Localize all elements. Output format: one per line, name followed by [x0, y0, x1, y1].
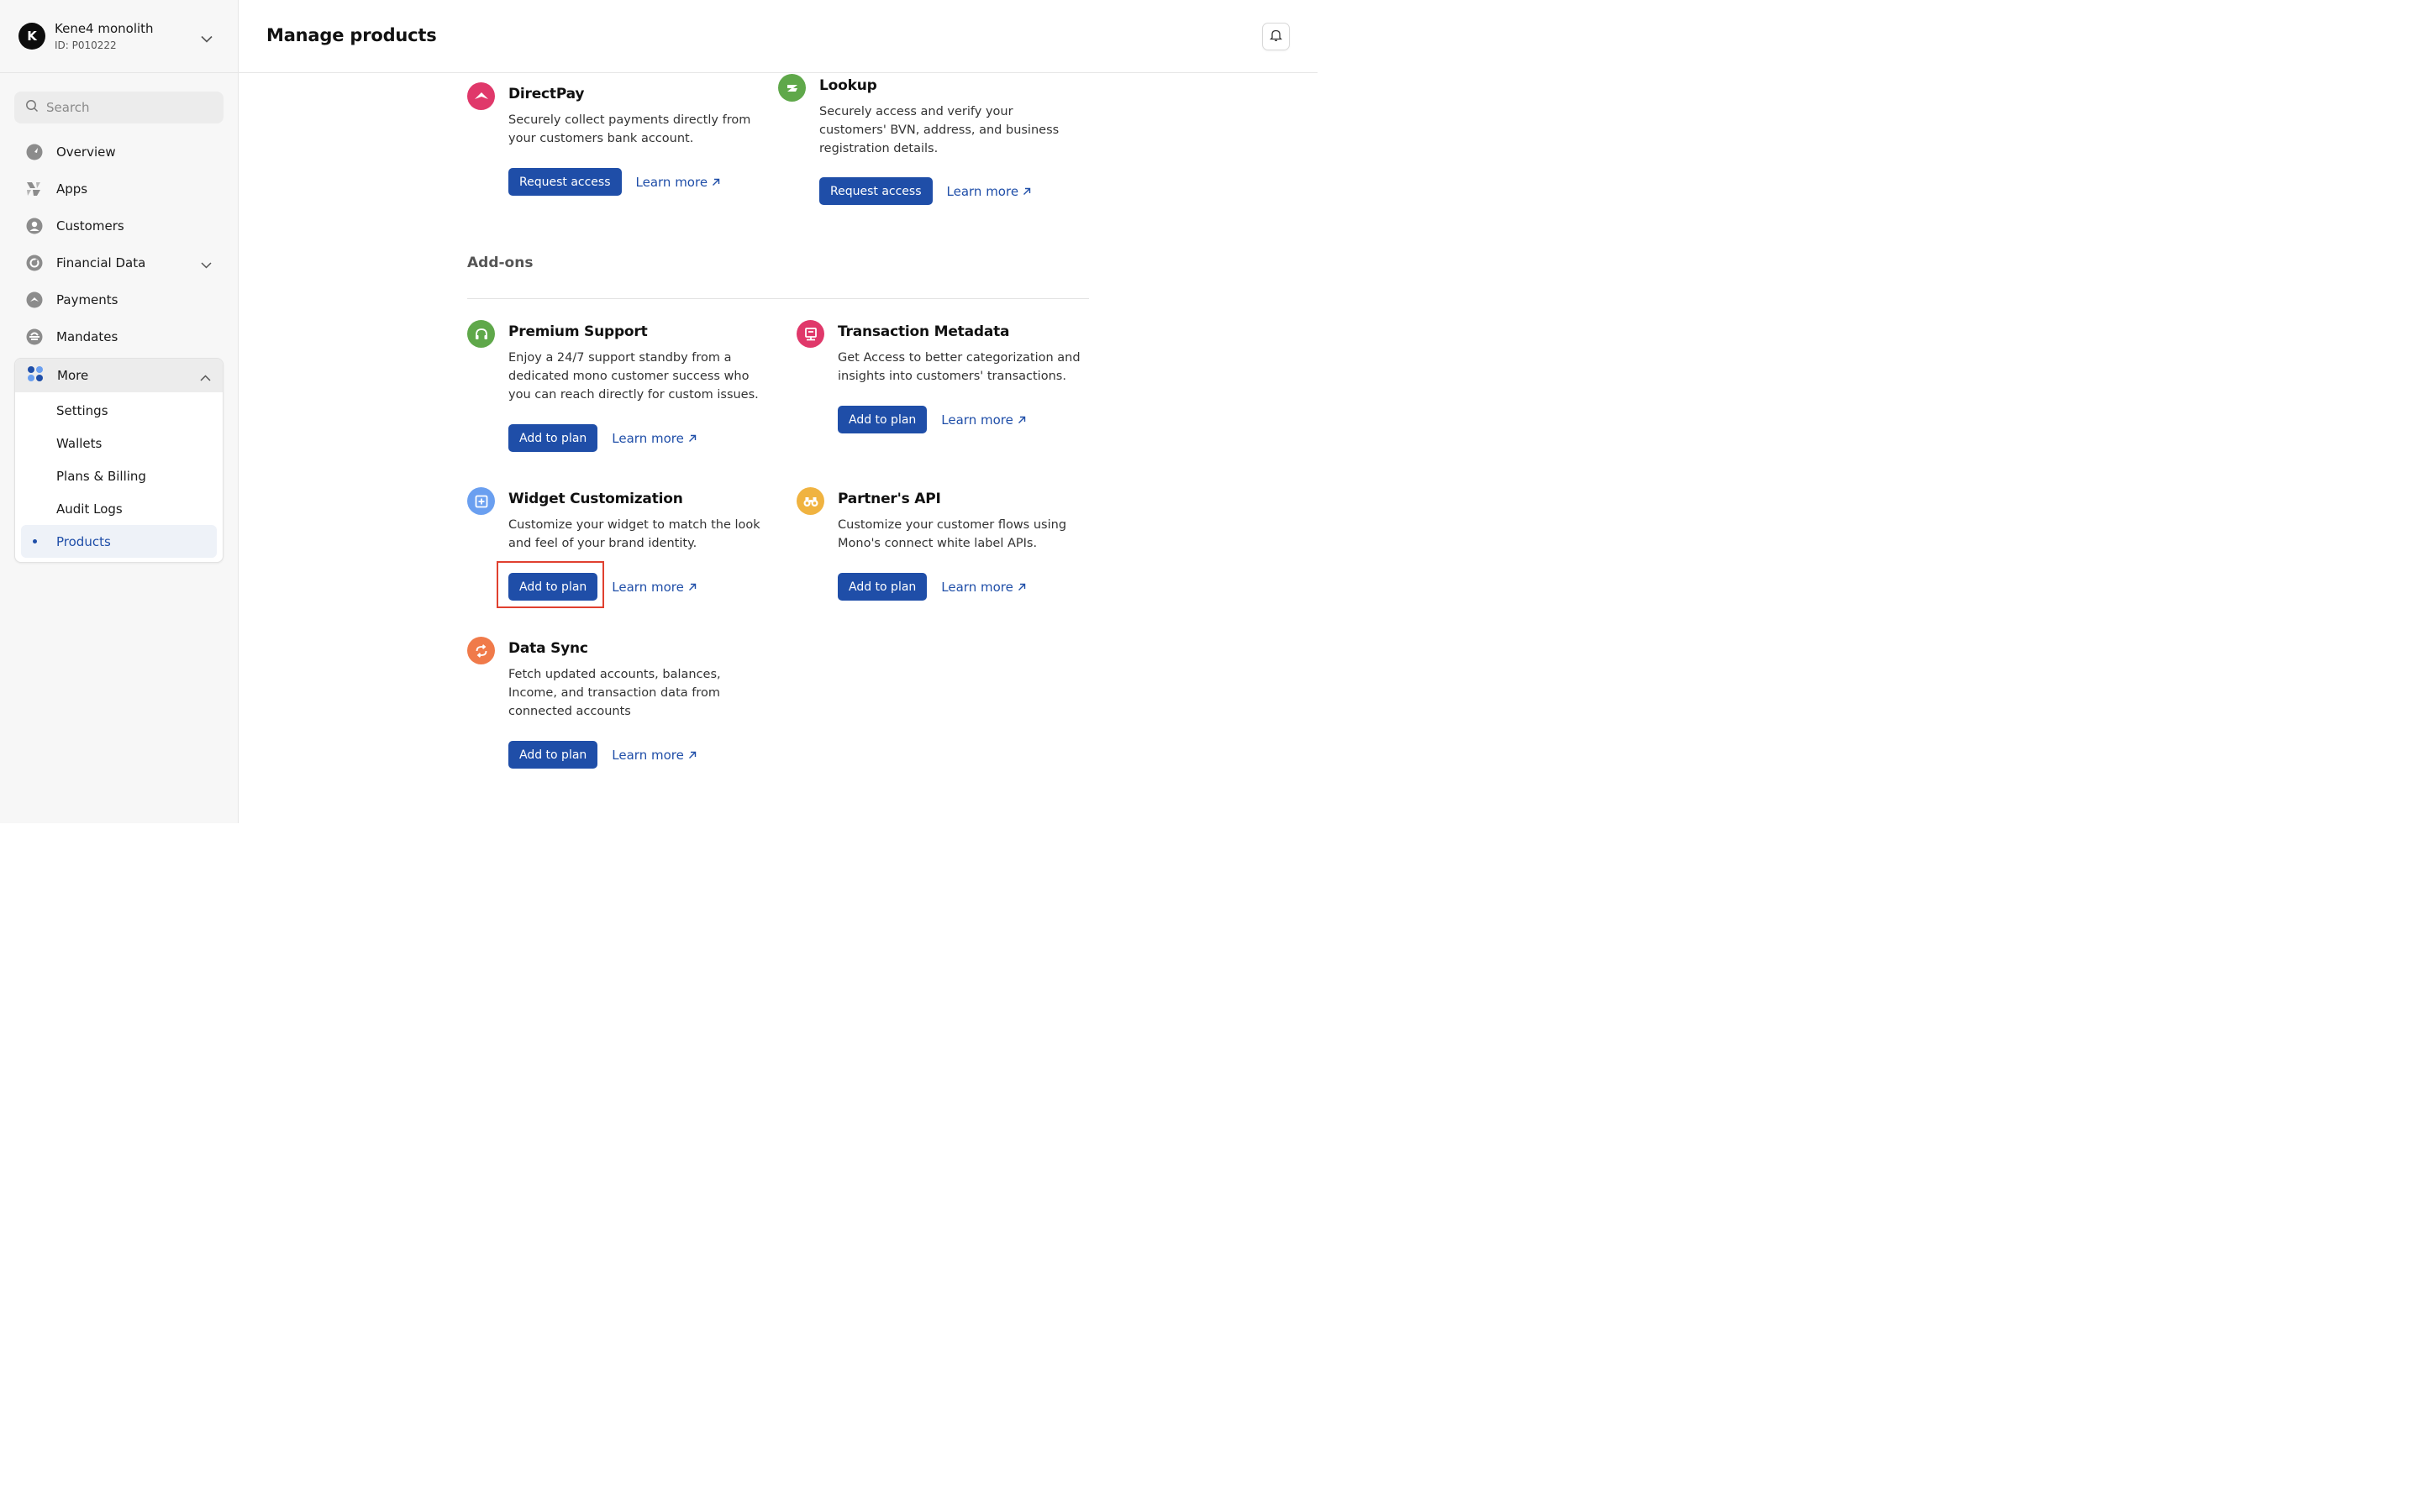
workspace-switcher[interactable]: K Kene4 monolith ID: P010222 — [0, 0, 238, 73]
product-description: Securely access and verify your customer… — [819, 105, 1060, 155]
product-description: Customize your widget to match the look … — [508, 518, 760, 550]
workspace-id: ID: P010222 — [55, 39, 117, 51]
sidebar-item-label: Apps — [56, 181, 88, 197]
sidebar-item-products[interactable]: Products — [21, 525, 217, 558]
binoculars-icon — [797, 487, 824, 515]
sidebar-item-more[interactable]: More — [15, 359, 223, 392]
sidebar-item-label: More — [57, 368, 89, 383]
search-box — [14, 92, 224, 123]
payments-icon — [26, 291, 43, 308]
metadata-icon — [797, 320, 824, 348]
add-to-plan-button[interactable]: Add to plan — [508, 573, 598, 601]
sidebar-item-financial-data[interactable]: Financial Data — [14, 244, 224, 281]
link-label: Learn more — [612, 579, 684, 595]
external-link-icon — [712, 178, 720, 186]
workspace-avatar: K — [18, 23, 45, 50]
section-divider — [467, 298, 1089, 299]
notifications-button[interactable] — [1262, 23, 1290, 50]
sidebar-item-label: Products — [56, 533, 111, 549]
link-label: Learn more — [941, 412, 1013, 428]
external-link-icon — [688, 434, 697, 443]
request-access-button[interactable]: Request access — [508, 168, 622, 196]
sidebar-item-label: Payments — [56, 292, 118, 307]
product-description: Enjoy a 24/7 support standby from a dedi… — [508, 351, 759, 402]
widget-icon — [467, 487, 495, 515]
sidebar-nav: Overview Apps Customers Financial Data P… — [14, 134, 224, 355]
add-to-plan-button[interactable]: Add to plan — [508, 424, 598, 452]
overview-icon — [26, 144, 43, 160]
grid-icon — [27, 365, 44, 386]
mandates-icon — [26, 328, 43, 345]
financial-data-icon — [26, 255, 43, 271]
product-title: Data Sync — [508, 640, 588, 657]
link-label: Learn more — [946, 183, 1019, 199]
chevron-down-icon — [201, 257, 212, 272]
add-to-plan-button[interactable]: Add to plan — [838, 406, 928, 433]
active-indicator — [33, 539, 37, 543]
product-description: Fetch updated accounts, balances, Income… — [508, 668, 721, 718]
external-link-icon — [688, 751, 697, 759]
product-description: Get Access to better categorization and … — [838, 351, 1081, 383]
sidebar-item-label: Customers — [56, 218, 124, 234]
sync-icon — [467, 637, 495, 664]
sidebar-item-settings[interactable]: Settings — [15, 394, 223, 427]
page-title: Manage products — [266, 25, 437, 45]
apps-icon — [26, 181, 43, 197]
search-icon — [25, 99, 39, 116]
search-input[interactable] — [46, 100, 206, 115]
learn-more-link[interactable]: Learn more — [941, 412, 1026, 428]
external-link-icon — [1023, 187, 1031, 196]
sidebar-item-apps[interactable]: Apps — [14, 171, 224, 207]
workspace-name: Kene4 monolith — [55, 21, 154, 36]
more-menu: More Settings Wallets Plans & Billing Au… — [14, 358, 224, 563]
learn-more-link[interactable]: Learn more — [612, 431, 697, 446]
learn-more-link[interactable]: Learn more — [612, 580, 697, 595]
user-icon — [26, 218, 43, 234]
product-title: Widget Customization — [508, 491, 683, 507]
addons-section-title: Add-ons — [467, 255, 534, 271]
sidebar-item-overview[interactable]: Overview — [14, 134, 224, 171]
link-label: Learn more — [612, 747, 684, 763]
sidebar-item-payments[interactable]: Payments — [14, 281, 224, 318]
sidebar-item-mandates[interactable]: Mandates — [14, 318, 224, 355]
add-to-plan-button[interactable]: Add to plan — [508, 741, 598, 769]
page-header: Manage products — [239, 0, 1318, 73]
bell-icon — [1269, 29, 1283, 45]
add-to-plan-button[interactable]: Add to plan — [838, 573, 928, 601]
lookup-icon — [778, 74, 806, 102]
learn-more-link[interactable]: Learn more — [636, 175, 721, 190]
product-description: Customize your customer flows using Mono… — [838, 518, 1067, 550]
sidebar-item-wallets[interactable]: Wallets — [15, 427, 223, 459]
chevron-up-icon — [200, 370, 211, 385]
sidebar-item-audit-logs[interactable]: Audit Logs — [15, 492, 223, 525]
headset-icon — [467, 320, 495, 348]
learn-more-link[interactable]: Learn more — [612, 748, 697, 763]
product-title: DirectPay — [508, 86, 585, 102]
external-link-icon — [1018, 416, 1026, 424]
sidebar-item-plans-billing[interactable]: Plans & Billing — [15, 459, 223, 492]
learn-more-link[interactable]: Learn more — [947, 184, 1032, 199]
request-access-button[interactable]: Request access — [819, 177, 933, 205]
link-label: Learn more — [612, 430, 684, 446]
external-link-icon — [1018, 583, 1026, 591]
sidebar-item-label: Overview — [56, 144, 116, 160]
sidebar: K Kene4 monolith ID: P010222 Overview Ap… — [0, 0, 239, 823]
link-label: Learn more — [635, 174, 708, 190]
external-link-icon — [688, 583, 697, 591]
sidebar-item-label: Mandates — [56, 329, 118, 344]
product-title: Transaction Metadata — [838, 323, 1010, 340]
sidebar-item-customers[interactable]: Customers — [14, 207, 224, 244]
product-title: Premium Support — [508, 323, 648, 340]
directpay-icon — [467, 82, 495, 110]
learn-more-link[interactable]: Learn more — [941, 580, 1026, 595]
chevron-down-icon — [201, 30, 213, 46]
link-label: Learn more — [941, 579, 1013, 595]
product-description: Securely collect payments directly from … — [508, 113, 751, 145]
product-title: Lookup — [819, 77, 877, 94]
product-title: Partner's API — [838, 491, 941, 507]
sidebar-item-label: Financial Data — [56, 255, 146, 270]
